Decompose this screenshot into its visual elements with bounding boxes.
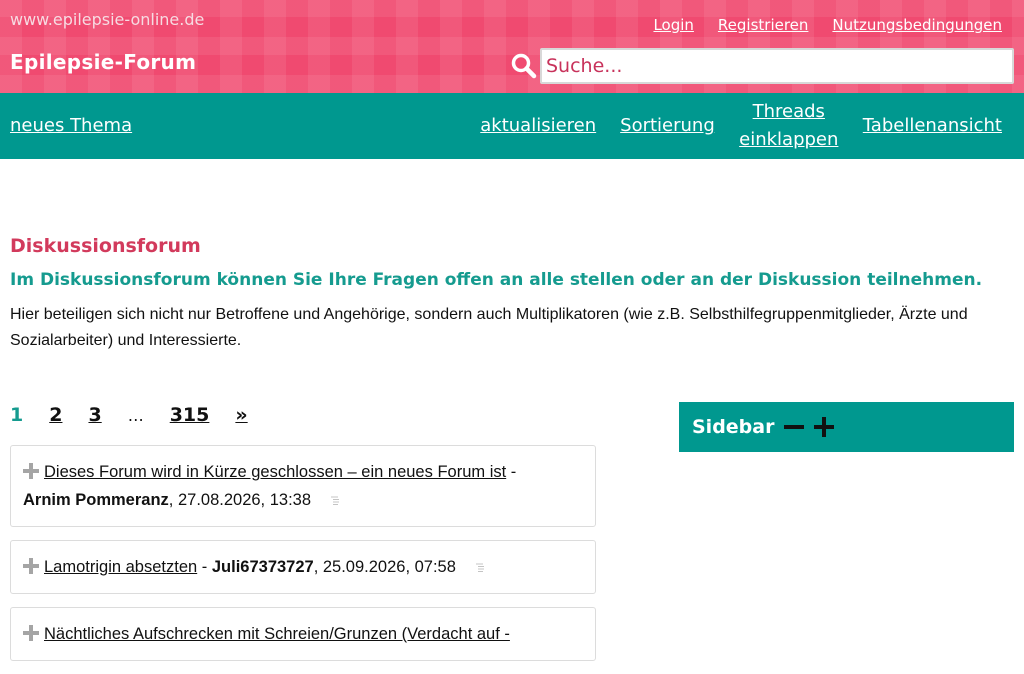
collapse-threads-line2: einklappen bbox=[739, 129, 839, 150]
table-view-link[interactable]: Tabellenansicht bbox=[863, 112, 1002, 140]
search-icon[interactable] bbox=[510, 52, 538, 80]
sidebar-label: Sidebar bbox=[692, 416, 775, 438]
thread-date: , 27.08.2026, 13:38 bbox=[168, 491, 312, 509]
expand-icon[interactable] bbox=[23, 625, 39, 641]
thread-title-link[interactable]: Dieses Forum wird in Kürze geschlossen –… bbox=[44, 463, 506, 481]
collapse-threads-line1: Threads bbox=[752, 101, 825, 122]
thread-title-link[interactable]: Lamotrigin absetzten bbox=[44, 558, 197, 576]
page-title: Diskussionsforum bbox=[10, 235, 201, 257]
expand-icon[interactable] bbox=[23, 558, 39, 574]
site-url: www.epilepsie-online.de bbox=[10, 10, 205, 29]
page-current: 1 bbox=[10, 404, 24, 426]
terms-link[interactable]: Nutzungsbedingungen bbox=[832, 16, 1002, 34]
page-last-link[interactable]: 315 bbox=[170, 404, 210, 426]
thread-author: Juli67373727 bbox=[211, 558, 314, 576]
sidebar-header: Sidebar bbox=[679, 402, 1014, 452]
intro-text: Hier beteiligen sich nicht nur Betroffen… bbox=[10, 306, 968, 349]
collapse-threads-link[interactable]: Threads einklappen bbox=[739, 98, 839, 154]
page-subtitle: Im Diskussionsforum können Sie Ihre Frag… bbox=[10, 270, 983, 290]
page-2-link[interactable]: 2 bbox=[49, 404, 62, 426]
site-header: www.epilepsie-online.de Epilepsie-Forum … bbox=[0, 0, 1024, 93]
minus-icon[interactable] bbox=[784, 417, 805, 437]
plus-icon[interactable] bbox=[814, 417, 835, 437]
page-ellipsis: … bbox=[127, 405, 144, 425]
refresh-link[interactable]: aktualisieren bbox=[480, 112, 596, 140]
text-document-icon bbox=[330, 487, 340, 505]
forum-title[interactable]: Epilepsie-Forum bbox=[10, 50, 196, 74]
top-links: Login Registrieren Nutzungsbedingungen bbox=[653, 16, 1002, 34]
pagination: 1 2 3 … 315 » bbox=[10, 404, 274, 426]
search-input[interactable] bbox=[540, 48, 1014, 84]
page-next-link[interactable]: » bbox=[235, 404, 247, 426]
page-3-link[interactable]: 3 bbox=[88, 404, 101, 426]
thread-item: Nächtliches Aufschrecken mit Schreien/Gr… bbox=[10, 607, 596, 661]
thread-item: Dieses Forum wird in Kürze geschlossen –… bbox=[10, 445, 596, 527]
main-content: Diskussionsforum Im Diskussionsforum kön… bbox=[10, 235, 1014, 354]
thread-separator: - bbox=[506, 463, 517, 481]
search-bar bbox=[510, 48, 1014, 84]
login-link[interactable]: Login bbox=[653, 16, 693, 34]
thread-title-link[interactable]: Nächtliches Aufschrecken mit Schreien/Gr… bbox=[44, 625, 510, 643]
expand-icon[interactable] bbox=[23, 463, 39, 479]
forum-navbar: neues Thema aktualisieren Sortierung Thr… bbox=[0, 93, 1024, 159]
new-topic-link[interactable]: neues Thema bbox=[10, 115, 132, 136]
thread-item: Lamotrigin absetzten - Juli67373727, 25.… bbox=[10, 540, 596, 594]
text-document-icon bbox=[475, 554, 485, 572]
thread-author: Arnim Pommeranz bbox=[23, 491, 169, 509]
thread-separator: - bbox=[197, 558, 212, 576]
sorting-link[interactable]: Sortierung bbox=[620, 112, 715, 140]
thread-date: , 25.09.2026, 07:58 bbox=[313, 558, 456, 576]
register-link[interactable]: Registrieren bbox=[718, 16, 809, 34]
